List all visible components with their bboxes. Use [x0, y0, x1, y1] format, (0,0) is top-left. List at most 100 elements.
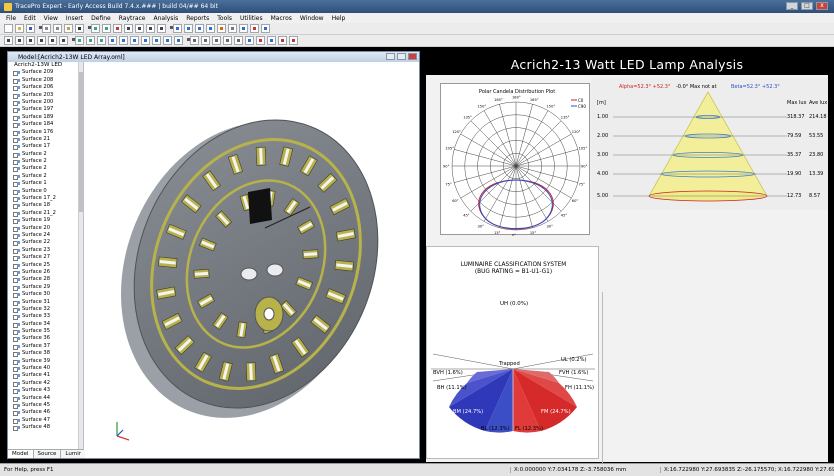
pointer-icon[interactable] — [135, 24, 144, 33]
minimize-button[interactable]: _ — [786, 2, 798, 10]
zoom-fit-icon[interactable] — [37, 36, 46, 45]
tree-item[interactable]: Surface 29 — [8, 284, 83, 292]
save-icon[interactable] — [26, 24, 35, 33]
check-icon[interactable] — [278, 36, 287, 45]
model-minimize-button[interactable] — [386, 53, 395, 60]
scale-icon[interactable] — [234, 36, 243, 45]
tree-item[interactable]: Surface 31 — [8, 299, 83, 306]
menu-analysis[interactable]: Analysis — [154, 15, 179, 22]
menu-file[interactable]: File — [6, 15, 16, 22]
undo-icon[interactable] — [91, 24, 100, 33]
tree-item[interactable]: Surface 2 — [8, 165, 83, 173]
tree-item[interactable]: Surface 0 — [8, 188, 83, 196]
tree-item[interactable]: Surface 26 — [8, 269, 83, 277]
tree-item[interactable]: Surface 41 — [8, 372, 83, 380]
tree-item[interactable]: Surface 23 — [8, 247, 83, 255]
tree-item[interactable]: Surface 47 — [8, 417, 83, 425]
tree-item[interactable]: Surface 2 — [8, 151, 83, 159]
tree-item[interactable]: Surface 25 — [8, 262, 83, 269]
tree-item[interactable]: Surface 176 — [8, 129, 83, 136]
model-close-button[interactable] — [408, 53, 417, 60]
tree-item[interactable]: Surface 200 — [8, 99, 83, 107]
tree-item[interactable]: Surface 203 — [8, 92, 83, 99]
tree-item[interactable]: Surface 27 — [8, 254, 83, 262]
tree-item[interactable]: Surface 22 — [8, 239, 83, 247]
tree-item[interactable]: Surface 189 — [8, 114, 83, 122]
section-icon[interactable] — [201, 36, 210, 45]
tree-item[interactable]: Surface 38 — [8, 350, 83, 358]
tree-item[interactable]: Surface 197 — [8, 106, 83, 114]
menu-raytrace[interactable]: Raytrace — [119, 15, 146, 22]
menu-view[interactable]: View — [44, 15, 58, 22]
menu-edit[interactable]: Edit — [24, 15, 36, 22]
tree-item[interactable]: Surface 40 — [8, 365, 83, 373]
tree-item[interactable]: Surface 17 — [8, 143, 83, 151]
delete-icon[interactable] — [113, 24, 122, 33]
tree-item[interactable]: Surface 48 — [8, 424, 83, 432]
tree-item[interactable]: Surface 2 — [8, 173, 83, 181]
tree-item[interactable]: Surface 208 — [8, 77, 83, 85]
paste-icon[interactable] — [64, 24, 73, 33]
view-rotate-y-icon[interactable] — [86, 36, 95, 45]
tree-item[interactable]: Surface 39 — [8, 358, 83, 366]
tree-item[interactable]: Surface 17_2 — [8, 195, 83, 203]
tree-item[interactable]: Surface 34 — [8, 321, 83, 329]
open-folder-icon[interactable] — [15, 24, 24, 33]
axis-xz-icon[interactable] — [174, 36, 183, 45]
tree-item[interactable]: Surface 1 — [8, 180, 83, 188]
tree-item[interactable]: Surface 42 — [8, 380, 83, 388]
menu-tools[interactable]: Tools — [217, 15, 232, 22]
tree-item[interactable]: Surface 24 — [8, 232, 83, 240]
record-icon[interactable] — [256, 36, 265, 45]
menu-utilities[interactable]: Utilities — [240, 15, 263, 22]
view-rotate-z-icon[interactable] — [97, 36, 106, 45]
tree-scrollbar-thumb[interactable] — [79, 72, 83, 212]
tree-item[interactable]: Surface 37 — [8, 343, 83, 351]
close-button[interactable]: x — [816, 2, 828, 10]
tree-item[interactable]: Surface 33 — [8, 313, 83, 321]
view-side-icon[interactable] — [206, 24, 215, 33]
print-icon[interactable] — [75, 24, 84, 33]
move-icon[interactable] — [223, 36, 232, 45]
tree-item[interactable]: Surface 36 — [8, 335, 83, 343]
tree-item[interactable]: Surface 2 — [8, 158, 83, 166]
menu-insert[interactable]: Insert — [66, 15, 83, 22]
tree-item[interactable]: Surface 21 — [8, 136, 83, 144]
zoom-previous-icon[interactable] — [59, 36, 68, 45]
menu-define[interactable]: Define — [91, 15, 111, 22]
cut-icon[interactable] — [42, 24, 51, 33]
axis-xy-icon[interactable] — [152, 36, 161, 45]
pan-icon[interactable] — [157, 24, 166, 33]
help-icon[interactable] — [261, 24, 270, 33]
view-iso-icon[interactable] — [173, 24, 182, 33]
tree-item[interactable]: Surface 206 — [8, 84, 83, 92]
rotate-icon[interactable] — [146, 24, 155, 33]
3d-viewport[interactable] — [85, 62, 419, 458]
menu-window[interactable]: Window — [300, 15, 324, 22]
tree-item[interactable]: Surface 43 — [8, 387, 83, 395]
tree-item[interactable]: Surface 35 — [8, 328, 83, 336]
profile-icon[interactable] — [190, 36, 199, 45]
measure-icon[interactable] — [212, 36, 221, 45]
axis-x-icon[interactable] — [119, 36, 128, 45]
menu-help[interactable]: Help — [332, 15, 346, 22]
menu-reports[interactable]: Reports — [186, 15, 209, 22]
select-icon[interactable] — [124, 24, 133, 33]
menu-macros[interactable]: Macros — [271, 15, 292, 22]
tree-item[interactable]: Surface 46 — [8, 409, 83, 417]
maximize-button[interactable]: □ — [801, 2, 813, 10]
grid-source-icon[interactable] — [267, 36, 276, 45]
raytrace-icon[interactable] — [217, 24, 226, 33]
axis-icon[interactable] — [108, 36, 117, 45]
tree-item[interactable]: Surface 21_2 — [8, 210, 83, 218]
wireframe-icon[interactable] — [250, 24, 259, 33]
zoom-out-icon[interactable] — [15, 36, 24, 45]
view-front-icon[interactable] — [184, 24, 193, 33]
tab-luminaire[interactable]: Lumir — [61, 450, 87, 458]
tree-item[interactable]: Surface 209 — [8, 69, 83, 77]
source-icon[interactable] — [245, 36, 254, 45]
axis-y-icon[interactable] — [130, 36, 139, 45]
redo-icon[interactable] — [102, 24, 111, 33]
tree-item[interactable]: Surface 28 — [8, 276, 83, 284]
tree-item[interactable]: Surface 20 — [8, 225, 83, 232]
